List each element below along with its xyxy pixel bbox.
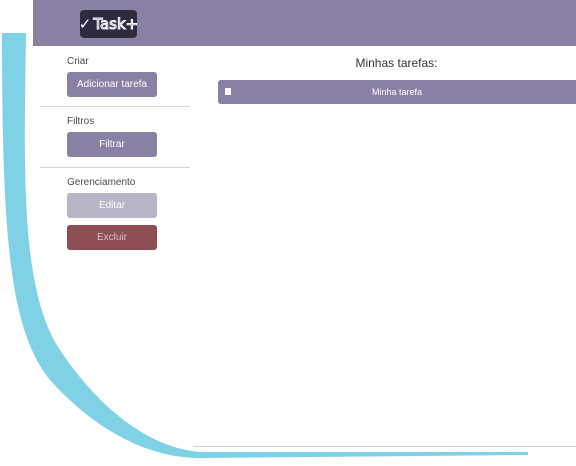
page-title: Minhas tarefas: xyxy=(355,56,438,70)
divider xyxy=(40,106,190,107)
app-logo[interactable]: ✓ Task+ xyxy=(78,10,139,38)
checkmark-icon: ✓ xyxy=(78,16,92,33)
task-item[interactable]: Minha tarefa xyxy=(218,80,576,104)
edit-button[interactable]: Editar xyxy=(67,193,157,218)
task-checkbox[interactable] xyxy=(225,88,231,95)
section-label-create: Criar xyxy=(67,56,89,67)
section-label-filters: Filtros xyxy=(67,116,95,127)
divider xyxy=(40,167,190,168)
task-name: Minha tarefa xyxy=(371,87,423,97)
divider xyxy=(193,446,576,447)
filter-button[interactable]: Filtrar xyxy=(67,132,157,157)
add-task-button[interactable]: Adicionar tarefa xyxy=(67,72,157,97)
logo-text: Task+ xyxy=(93,15,139,34)
app-header: ✓ Task+ xyxy=(33,0,576,46)
delete-button[interactable]: Excluir xyxy=(67,225,157,250)
section-label-management: Gerenciamento xyxy=(67,177,136,188)
